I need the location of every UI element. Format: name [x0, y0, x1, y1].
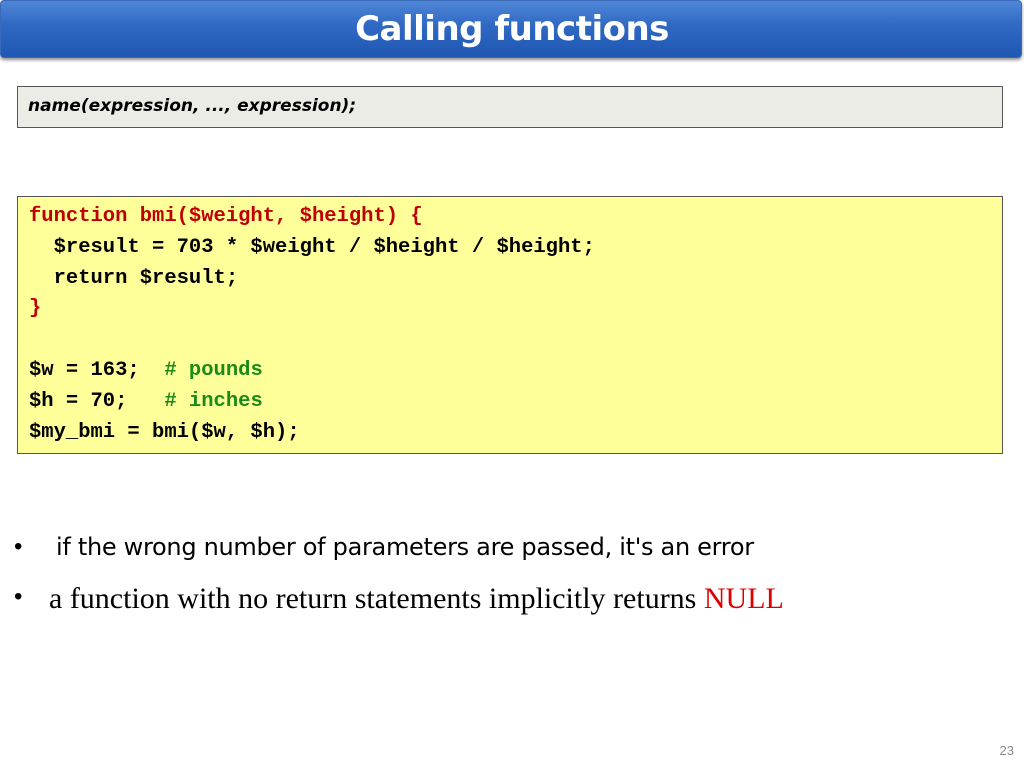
- bullet-item: • a function with no return statements i…: [14, 578, 1004, 628]
- code-lines: function bmi($weight, $height) { $result…: [29, 202, 595, 448]
- bullet-marker: •: [14, 533, 23, 560]
- null-keyword: NULL: [703, 582, 784, 615]
- syntax-text: name(expression, ..., expression);: [28, 96, 357, 116]
- code-line-call: $my_bmi = bmi($w, $h);: [29, 420, 300, 444]
- code-comment-inches: # inches: [164, 389, 263, 413]
- code-line-closing-brace: }: [29, 297, 42, 321]
- syntax-box: name(expression, ..., expression);: [17, 86, 1003, 128]
- code-weight-assignment: $w = 163;: [29, 358, 165, 382]
- slide-title: Calling functions: [355, 9, 669, 49]
- code-line-height: $h = 70; # inches: [29, 387, 595, 418]
- bullet-text: if the wrong number of parameters are pa…: [56, 533, 754, 561]
- bullet-list: • if the wrong number of parameters are …: [14, 528, 1004, 628]
- code-line-weight: $w = 163; # pounds: [29, 356, 595, 387]
- code-block: function bmi($weight, $height) { $result…: [17, 196, 1003, 454]
- code-line-result: $result = 703 * $weight / $height / $hei…: [29, 235, 595, 259]
- page-number: 23: [999, 743, 1014, 758]
- code-comment-pounds: # pounds: [164, 358, 263, 382]
- bullet-marker: •: [14, 583, 23, 610]
- bullet-item: • if the wrong number of parameters are …: [14, 528, 1004, 578]
- code-line-return: return $result;: [29, 266, 239, 290]
- title-bar: Calling functions: [0, 0, 1022, 58]
- bullet-text-main: a function with no return statements imp…: [49, 582, 704, 615]
- code-line-function-header: function bmi($weight, $height) {: [29, 205, 423, 228]
- code-height-assignment: $h = 70;: [29, 389, 165, 413]
- bullet-text: a function with no return statements imp…: [49, 580, 784, 618]
